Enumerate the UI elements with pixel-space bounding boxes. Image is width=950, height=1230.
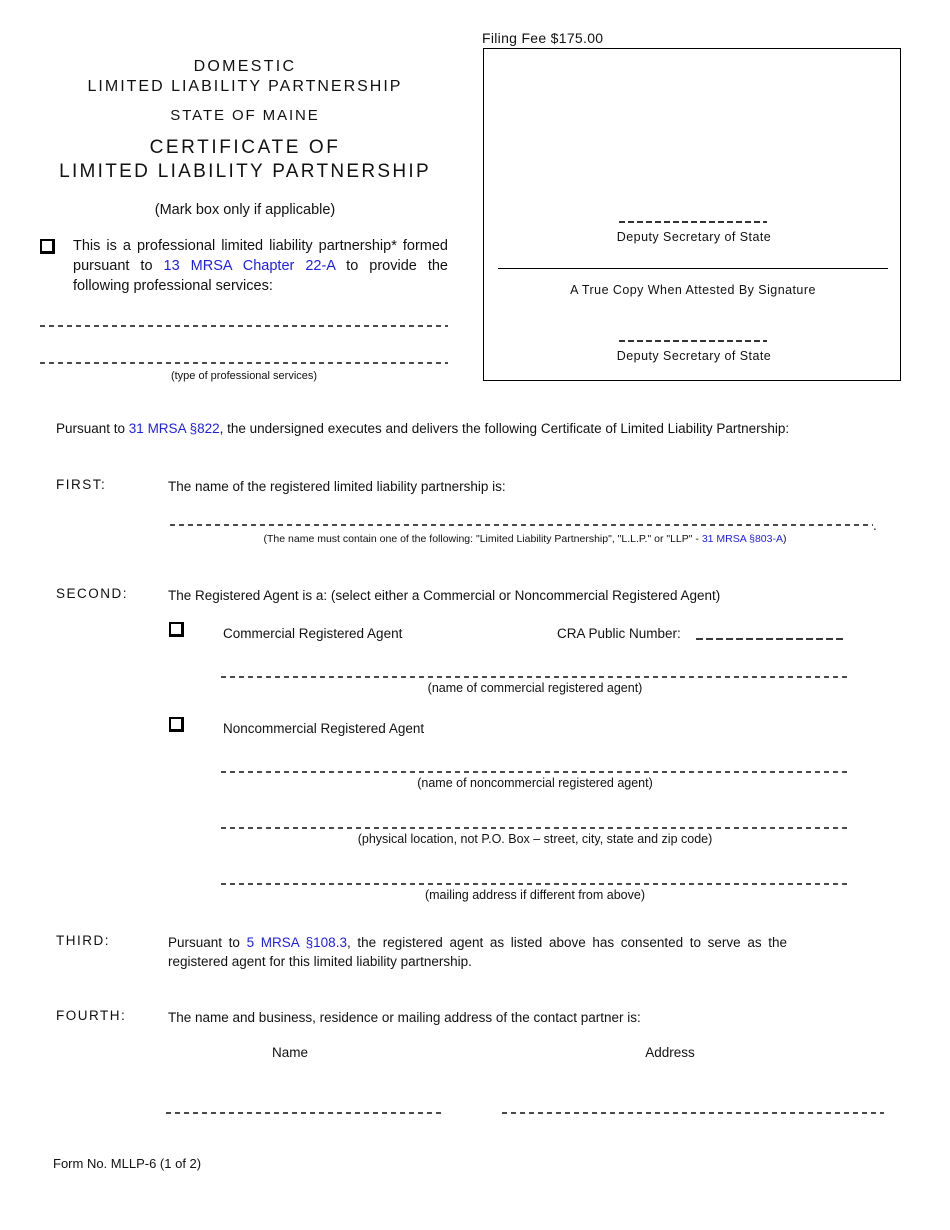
commercial-registered-agent-label: Commercial Registered Agent — [223, 626, 403, 641]
professional-llp-paragraph: This is a professional limited liability… — [73, 236, 448, 296]
commercial-agent-name-caption: (name of commercial registered agent) — [427, 681, 643, 695]
header-limited-liability-partnership: LIMITED LIABILITY PARTNERSHIP — [87, 78, 403, 95]
section-first-text: The name of the registered limited liabi… — [168, 479, 506, 494]
deputy-signature-line-1[interactable] — [619, 221, 767, 223]
true-copy-attested-label: A True Copy When Attested By Signature — [570, 283, 816, 297]
filing-fee-label: Filing Fee $175.00 — [482, 30, 604, 46]
section-third-text: Pursuant to 5 MRSA §108.3, the registere… — [168, 933, 787, 971]
section-second-text: The Registered Agent is a: (select eithe… — [168, 588, 721, 603]
professional-llp-checkbox[interactable] — [40, 239, 55, 254]
signature-box-divider — [498, 268, 888, 269]
name-note-after: ) — [782, 533, 787, 545]
professional-services-caption: (type of professional services) — [170, 370, 318, 382]
header-domestic: DOMESTIC — [193, 58, 297, 75]
header-certificate-llp: LIMITED LIABILITY PARTNERSHIP — [59, 161, 431, 182]
mark-box-note: (Mark box only if applicable) — [154, 202, 336, 218]
commercial-registered-agent-checkbox[interactable] — [169, 622, 184, 637]
third-before: Pursuant to — [168, 935, 247, 950]
noncommercial-registered-agent-label: Noncommercial Registered Agent — [223, 721, 425, 736]
contact-partner-address-input-line[interactable] — [502, 1112, 884, 1114]
deputy-signature-line-2[interactable] — [619, 340, 767, 342]
intro-sentence: Pursuant to 31 MRSA §822, the undersigne… — [56, 419, 906, 438]
professional-services-line-1[interactable] — [40, 325, 448, 327]
section-label-second: SECOND: — [56, 586, 129, 601]
column-header-address: Address — [645, 1045, 695, 1060]
section-label-fourth: FOURTH: — [56, 1008, 127, 1023]
section-label-first: FIRST: — [56, 477, 107, 492]
physical-location-caption: (physical location, not P.O. Box – stree… — [357, 832, 713, 846]
link-31-mrsa-803a[interactable]: 31 MRSA §803-A — [702, 533, 783, 545]
commercial-agent-name-input-line[interactable] — [221, 676, 849, 678]
link-13-mrsa-chapter-22a[interactable]: 13 MRSA Chapter 22-A — [164, 258, 336, 274]
physical-location-input-line[interactable] — [221, 827, 849, 829]
intro-after: , the undersigned executes and delivers … — [219, 421, 790, 436]
partnership-name-input-line[interactable] — [170, 524, 873, 526]
link-5-mrsa-108-3[interactable]: 5 MRSA §108.3 — [247, 935, 347, 950]
mailing-address-input-line[interactable] — [221, 883, 849, 885]
mailing-address-caption: (mailing address if different from above… — [424, 888, 645, 902]
intro-before: Pursuant to — [56, 421, 129, 436]
deputy-secretary-label-2: Deputy Secretary of State — [616, 349, 772, 363]
form-page: DOMESTIC LIMITED LIABILITY PARTNERSHIP S… — [0, 0, 950, 1230]
header-state-of-maine: STATE OF MAINE — [170, 107, 320, 124]
noncommercial-agent-name-caption: (name of noncommercial registered agent) — [417, 776, 653, 790]
noncommercial-registered-agent-checkbox[interactable] — [169, 717, 184, 732]
header-certificate-of: CERTIFICATE OF — [149, 137, 341, 158]
form-number-footer: Form No. MLLP-6 (1 of 2) — [53, 1156, 202, 1171]
cra-public-number-input-line[interactable] — [696, 638, 844, 640]
section-fourth-text: The name and business, residence or mail… — [168, 1010, 641, 1025]
noncommercial-agent-name-input-line[interactable] — [221, 771, 849, 773]
section-label-third: THIRD: — [56, 933, 110, 948]
deputy-secretary-label-1: Deputy Secretary of State — [616, 230, 772, 244]
link-31-mrsa-822[interactable]: 31 MRSA §822 — [129, 421, 220, 436]
partnership-name-note: (The name must contain one of the follow… — [150, 533, 900, 545]
column-header-name: Name — [271, 1045, 308, 1060]
name-note-before: (The name must contain one of the follow… — [263, 533, 702, 545]
contact-partner-name-input-line[interactable] — [166, 1112, 441, 1114]
signature-box: Deputy Secretary of State A True Copy Wh… — [483, 48, 901, 381]
cra-public-number-label: CRA Public Number: — [557, 626, 681, 641]
professional-services-line-2[interactable] — [40, 362, 448, 364]
